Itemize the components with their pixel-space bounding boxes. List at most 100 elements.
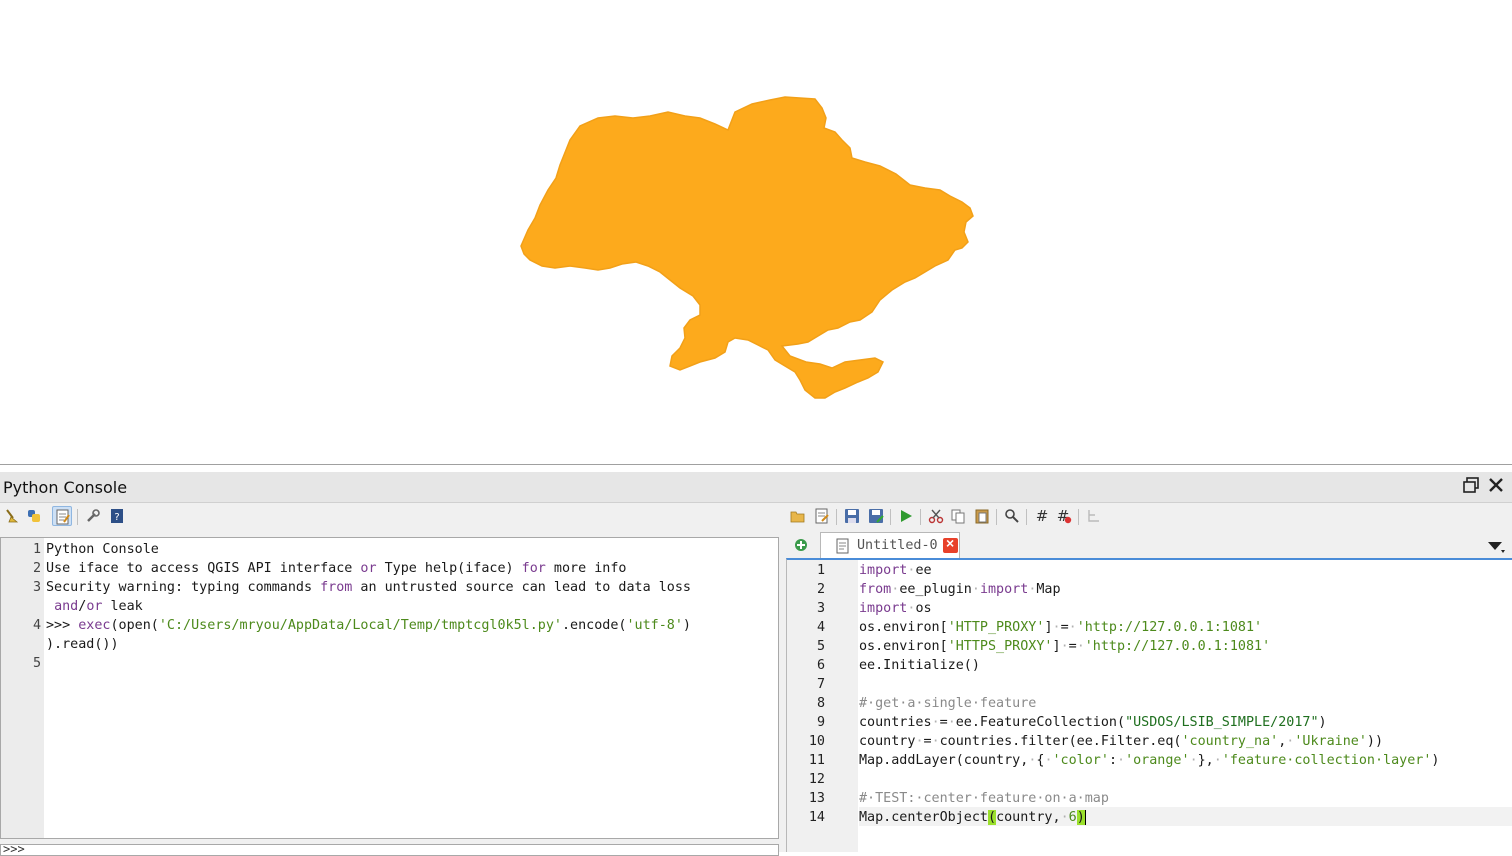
toolbar-separator xyxy=(920,509,921,525)
code-token: or xyxy=(360,561,377,576)
uncomment-icon[interactable]: # xyxy=(1054,506,1074,526)
tab-close-icon[interactable] xyxy=(943,535,958,553)
console-output-line: Security warning: typing commands from a… xyxy=(46,578,691,597)
code-token: · xyxy=(931,734,940,749)
map-canvas[interactable] xyxy=(0,0,1512,465)
code-token: exec xyxy=(78,618,111,633)
line-number: 1 xyxy=(32,542,41,557)
run-script-icon[interactable] xyxy=(896,506,916,526)
code-token: import xyxy=(859,563,908,578)
console-output-line: and/or leak xyxy=(46,597,143,616)
code-token: ee_plugin xyxy=(899,582,972,597)
code-token: · xyxy=(1060,639,1069,654)
code-token: from xyxy=(320,580,353,595)
code-token: 'Ukraine' xyxy=(1294,734,1367,749)
code-token: os.environ[ xyxy=(859,639,948,654)
code-token: >>> xyxy=(46,618,79,633)
help-icon[interactable]: ? xyxy=(107,506,127,526)
code-line: ee.Initialize() xyxy=(859,656,980,675)
code-token: = xyxy=(1068,639,1077,654)
code-token: ) xyxy=(682,618,691,633)
console-output-line: Use iface to access QGIS API interface o… xyxy=(46,559,626,578)
code-token: · xyxy=(1189,753,1198,768)
code-token: Security warning: typing commands xyxy=(46,580,321,595)
object-inspector-icon[interactable] xyxy=(1084,506,1104,526)
comment-icon[interactable]: # xyxy=(1032,506,1052,526)
code-line: from·ee_plugin·import·Map xyxy=(859,580,1061,599)
line-number: 5 xyxy=(32,656,41,671)
code-line: os.environ['HTTPS_PROXY']·=·'http://127.… xyxy=(859,637,1270,656)
code-token: 'country_na' xyxy=(1181,734,1279,749)
code-token: ee.FeatureCollection( xyxy=(955,715,1126,730)
console-prompt: >>> xyxy=(3,844,25,856)
line-number: 12 xyxy=(808,772,825,787)
code-token: · xyxy=(1117,753,1126,768)
paste-icon[interactable] xyxy=(972,506,992,526)
editor-toolbar: # # xyxy=(786,506,1116,528)
code-token: for xyxy=(521,561,546,576)
find-icon[interactable] xyxy=(1002,506,1022,526)
code-token: ) xyxy=(1318,715,1327,730)
code-token: ) xyxy=(1431,753,1440,768)
code-token: leak xyxy=(102,599,143,614)
code-token: import xyxy=(859,601,908,616)
code-token: ] xyxy=(1044,620,1053,635)
code-token: · xyxy=(1044,753,1053,768)
script-file-icon xyxy=(835,538,851,554)
code-token: Use iface to access QGIS API interface xyxy=(46,561,361,576)
code-token: os xyxy=(915,601,932,616)
new-tab-icon[interactable] xyxy=(793,537,809,553)
code-token: (open( xyxy=(110,618,159,633)
float-icon[interactable] xyxy=(1462,476,1482,496)
code-token: ( xyxy=(988,810,997,825)
code-token: and xyxy=(54,599,79,614)
tab-list-dropdown-icon[interactable] xyxy=(1486,538,1506,554)
code-token: Map.addLayer(country, xyxy=(859,753,1029,768)
line-number: 8 xyxy=(816,696,825,711)
code-token: · xyxy=(931,715,940,730)
line-number: 9 xyxy=(816,715,825,730)
open-file-icon[interactable] xyxy=(788,506,808,526)
code-editor[interactable]: 1 import·ee 2 from·ee_plugin·import·Map 3 imp… xyxy=(786,558,1512,852)
line-number: 6 xyxy=(816,658,825,673)
code-token: · xyxy=(947,715,956,730)
line-number: 3 xyxy=(816,601,825,616)
code-token: 'utf-8' xyxy=(626,618,683,633)
code-token: country xyxy=(859,734,916,749)
save-icon[interactable] xyxy=(842,506,862,526)
import-class-icon[interactable] xyxy=(24,506,44,526)
svg-text:?: ? xyxy=(114,512,119,523)
code-token: ee xyxy=(915,563,932,578)
clear-console-icon[interactable] xyxy=(2,506,22,526)
console-output[interactable]: 1 Python Console 2 Use iface to access QGIS… xyxy=(0,537,779,839)
code-line: #·TEST:·center·feature·on·a·map xyxy=(859,789,1109,808)
code-token: · xyxy=(1213,753,1222,768)
cut-icon[interactable] xyxy=(926,506,946,526)
code-token: an untrusted source can lead to data los… xyxy=(352,580,691,595)
console-title-bar[interactable]: Python Console xyxy=(0,472,1512,503)
console-input[interactable]: >>> xyxy=(0,844,779,856)
line-number: 10 xyxy=(808,734,825,749)
open-external-icon[interactable] xyxy=(812,506,832,526)
code-token: Map.centerObject xyxy=(859,810,988,825)
code-token: ee.Initialize() xyxy=(859,658,980,673)
toolbar-separator xyxy=(1078,509,1079,525)
show-editor-icon[interactable] xyxy=(52,506,72,526)
code-token: = xyxy=(939,715,948,730)
close-icon[interactable] xyxy=(1487,476,1507,496)
ukraine-polygon xyxy=(520,96,974,399)
tab-untitled-0[interactable]: Untitled-0 xyxy=(820,532,960,558)
code-token: 'orange' xyxy=(1125,753,1190,768)
save-as-icon[interactable] xyxy=(866,506,886,526)
console-output-line: Python Console xyxy=(46,540,159,559)
settings-icon[interactable] xyxy=(83,506,103,526)
line-number: 2 xyxy=(32,561,41,576)
code-token: 'http://127.0.0.1:1081' xyxy=(1076,620,1263,635)
line-number: 1 xyxy=(816,563,825,578)
copy-icon[interactable] xyxy=(948,506,968,526)
toolbar-separator xyxy=(77,509,78,525)
code-token: )) xyxy=(1366,734,1384,749)
code-token: : xyxy=(1108,753,1117,768)
code-token: #·TEST:·center·feature·on·a·map xyxy=(859,791,1109,806)
code-token: }, xyxy=(1197,753,1214,768)
